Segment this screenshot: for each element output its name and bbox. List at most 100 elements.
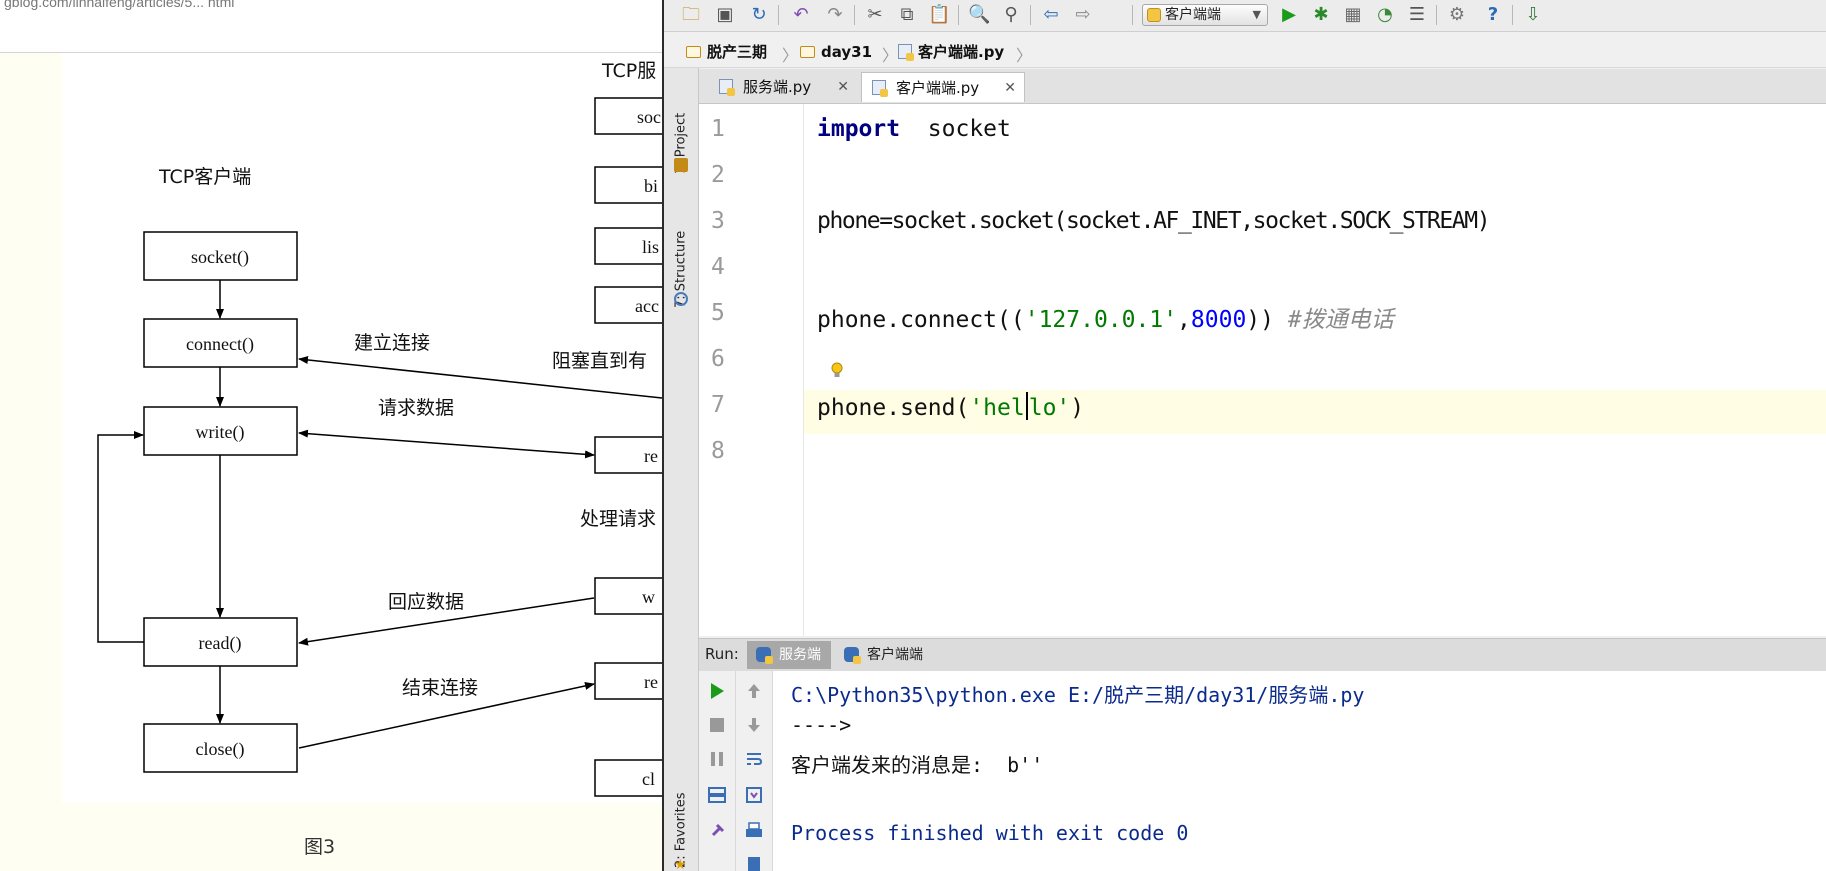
sync-icon[interactable]: ↻ bbox=[748, 4, 770, 26]
open-folder-icon[interactable]: 🗀 bbox=[680, 4, 702, 26]
code-text: socket bbox=[900, 116, 1011, 142]
code-line-3: phone=socket.socket(socket.AF_INET,socke… bbox=[817, 208, 1491, 234]
url-text: gblog.com/linhaifeng/articles/5... html bbox=[4, 0, 235, 10]
find-icon[interactable]: 🔍 bbox=[968, 4, 990, 26]
tasks-icon[interactable]: ☰ bbox=[1406, 4, 1428, 26]
breadcrumb-label: day31 bbox=[821, 43, 873, 61]
scroll-down-icon[interactable] bbox=[744, 715, 764, 735]
undo-icon[interactable]: ↶ bbox=[790, 4, 812, 26]
scroll-to-end-icon[interactable] bbox=[744, 785, 764, 805]
chevron-right-icon: 〉 bbox=[782, 46, 799, 65]
code-line-5: phone.connect(('127.0.0.1',8000)) #拨通电话 bbox=[817, 300, 1394, 334]
help-icon[interactable]: ? bbox=[1482, 4, 1504, 26]
code-text: , bbox=[1177, 307, 1191, 333]
comment: #拨通电话 bbox=[1287, 307, 1394, 333]
close-icon[interactable]: ✕ bbox=[1004, 73, 1016, 103]
copy-icon[interactable]: ⧉ bbox=[896, 4, 918, 26]
run-tab-label: 服务端 bbox=[779, 647, 821, 663]
code-text: phone=socket.socket(socket.AF_INET,socke… bbox=[817, 208, 1491, 234]
breadcrumb-item-project[interactable]: 脱产三期 bbox=[686, 42, 767, 62]
string-literal: lo' bbox=[1028, 395, 1071, 421]
cut-icon[interactable]: ✂ bbox=[864, 4, 886, 26]
code-text: phone.connect(( bbox=[817, 307, 1025, 333]
main-toolbar: 🗀 ▣ ↻ ↶ ↷ ✂ ⧉ 📋 🔍 ⚲ ⇦ ⇨ 客户端端 ▼ ▶ ✱ ▦ ◔ ☰… bbox=[664, 0, 1826, 32]
print-icon[interactable] bbox=[744, 821, 764, 841]
scroll-up-icon[interactable] bbox=[744, 681, 764, 701]
code-text: ) bbox=[1070, 395, 1085, 421]
code-line-7: phone.send('hel lo') bbox=[817, 392, 1084, 421]
run-label: Run: bbox=[705, 645, 739, 663]
line-number: 2 bbox=[711, 162, 725, 188]
browser-toolbar-strip bbox=[0, 13, 662, 53]
python-file-icon bbox=[898, 44, 914, 61]
run-tab-server[interactable]: 服务端 bbox=[747, 641, 831, 669]
run-tool-header: Run: 服务端 客户端端 bbox=[699, 638, 1826, 672]
star-icon: ★ bbox=[674, 857, 687, 871]
run-configuration-select[interactable]: 客户端端 ▼ bbox=[1142, 4, 1268, 26]
save-icon[interactable]: ▣ bbox=[714, 4, 736, 26]
folder-icon bbox=[686, 46, 701, 58]
close-icon[interactable]: ✕ bbox=[837, 72, 849, 102]
soft-wrap-icon[interactable] bbox=[744, 749, 764, 769]
breadcrumb-item-file[interactable]: 客户端端.py bbox=[898, 42, 1004, 62]
stop-icon[interactable] bbox=[707, 715, 727, 735]
tool-window-strip: 1: Project 7: Structure 2: Favorites ★ bbox=[664, 68, 699, 871]
lightbulb-icon[interactable] bbox=[830, 362, 844, 380]
rerun-icon[interactable] bbox=[707, 681, 727, 701]
string-literal: '127.0.0.1' bbox=[1024, 307, 1178, 333]
console-line: 客户端发来的消息是: b'' bbox=[791, 753, 1044, 777]
console-line: C:\Python35\python.exe E:/脱产三期/day31/服务端… bbox=[791, 683, 1365, 707]
ide-window: 🗀 ▣ ↻ ↶ ↷ ✂ ⧉ 📋 🔍 ⚲ ⇦ ⇨ 客户端端 ▼ ▶ ✱ ▦ ◔ ☰… bbox=[662, 0, 1826, 871]
forward-icon[interactable]: ⇨ bbox=[1072, 4, 1094, 26]
tab-label: 客户端端.py bbox=[896, 79, 980, 97]
python-file-icon bbox=[719, 79, 735, 96]
python-icon bbox=[844, 647, 861, 664]
run-config-label: 客户端端 bbox=[1165, 7, 1221, 23]
run-tab-client[interactable]: 客户端端 bbox=[835, 641, 933, 669]
tab-server-file[interactable]: 服务端.py ✕ bbox=[709, 72, 857, 102]
vcs-icon[interactable]: ⇩ bbox=[1522, 4, 1544, 26]
chevron-right-icon: 〉 bbox=[882, 46, 899, 65]
figure-caption: 图3 bbox=[304, 836, 335, 858]
chevron-down-icon: ▼ bbox=[1252, 8, 1261, 21]
layout-icon[interactable] bbox=[707, 785, 727, 805]
run-icon[interactable]: ▶ bbox=[1278, 4, 1300, 26]
redo-icon[interactable]: ↷ bbox=[824, 4, 846, 26]
line-number: 5 bbox=[711, 300, 725, 326]
editor-tab-bar: 服务端.py ✕ 客户端端.py ✕ bbox=[699, 69, 1826, 104]
coverage-icon[interactable]: ▦ bbox=[1342, 4, 1364, 26]
article-pane: gblog.com/linhaifeng/articles/5... html … bbox=[0, 0, 662, 871]
line-number: 4 bbox=[711, 254, 725, 280]
article-body: TCP客户端 TCP服 socket() connect() write() r… bbox=[0, 53, 662, 871]
python-file-icon bbox=[872, 80, 888, 97]
favorites-tool-tab[interactable]: 2: Favorites bbox=[670, 768, 692, 868]
line-number: 6 bbox=[711, 346, 725, 372]
settings-icon[interactable]: ⚙ bbox=[1446, 4, 1468, 26]
paste-icon[interactable]: 📋 bbox=[928, 4, 950, 26]
trash-icon[interactable] bbox=[744, 853, 764, 871]
code-editor[interactable]: 1 2 3 4 5 6 7 8 import socket phone=sock… bbox=[699, 104, 1826, 636]
breadcrumb-label: 客户端端.py bbox=[918, 43, 1005, 61]
tab-client-file[interactable]: 客户端端.py ✕ bbox=[861, 72, 1025, 102]
replace-icon[interactable]: ⚲ bbox=[1000, 4, 1022, 26]
debug-icon[interactable]: ✱ bbox=[1310, 4, 1332, 26]
python-config-icon bbox=[1147, 8, 1161, 22]
pin-icon[interactable] bbox=[707, 821, 727, 841]
breadcrumb: 脱产三期 〉 day31 〉 客户端端.py 〉 bbox=[664, 37, 1826, 68]
text-caret bbox=[1025, 392, 1028, 420]
run-console[interactable]: C:\Python35\python.exe E:/脱产三期/day31/服务端… bbox=[699, 671, 1826, 871]
back-icon[interactable]: ⇦ bbox=[1040, 4, 1062, 26]
code-text: phone.send( bbox=[817, 395, 970, 421]
breadcrumb-label: 脱产三期 bbox=[707, 43, 768, 61]
address-bar[interactable]: gblog.com/linhaifeng/articles/5... html bbox=[0, 0, 662, 14]
profile-icon[interactable]: ◔ bbox=[1374, 4, 1396, 26]
pause-icon[interactable] bbox=[707, 749, 727, 769]
console-line: ----> bbox=[791, 713, 852, 737]
console-actions-primary bbox=[699, 671, 736, 871]
breadcrumb-item-day31[interactable]: day31 bbox=[800, 42, 872, 62]
line-number-gutter: 1 2 3 4 5 6 7 8 bbox=[699, 104, 804, 636]
code-line-1: import socket bbox=[817, 116, 1011, 142]
structure-icon bbox=[674, 292, 688, 306]
line-number: 7 bbox=[711, 392, 725, 418]
console-line: Process finished with exit code 0 bbox=[791, 821, 1189, 845]
